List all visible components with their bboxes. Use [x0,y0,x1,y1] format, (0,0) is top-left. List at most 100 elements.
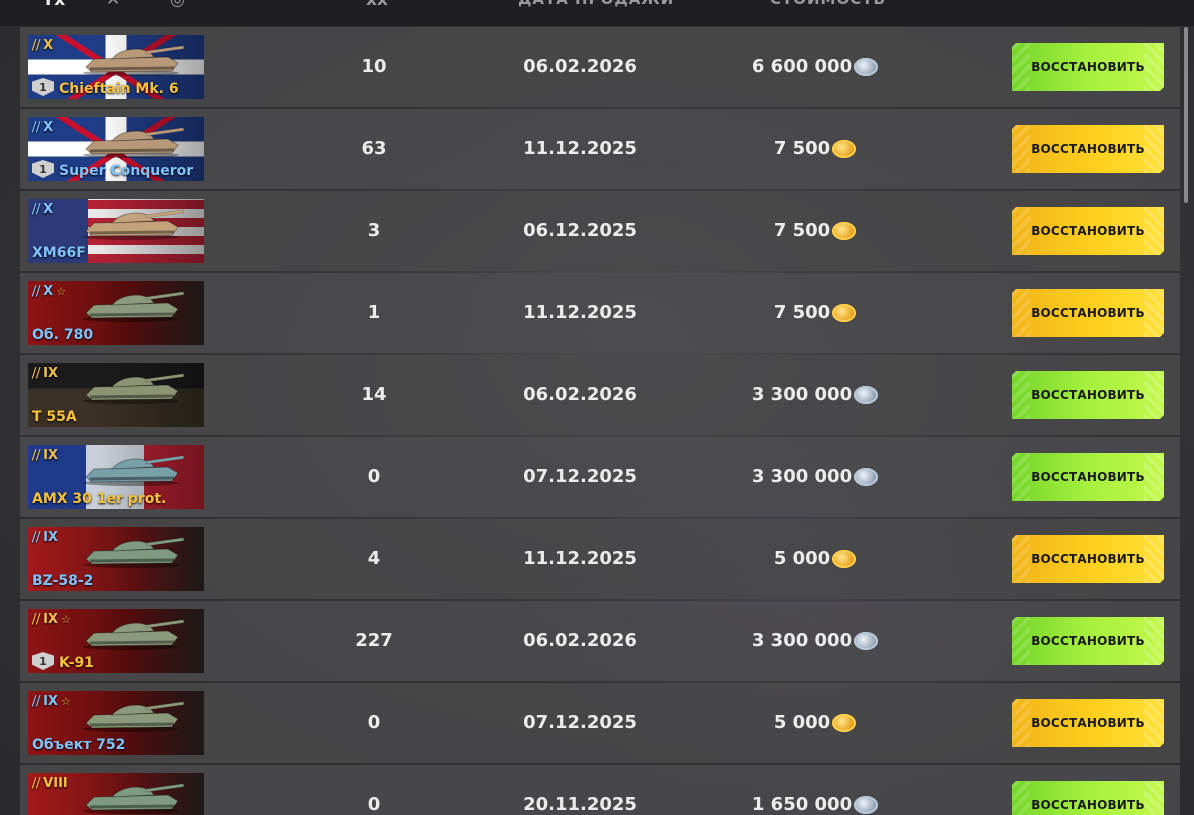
vehicle-thumbnail[interactable]: ⧸⧸ IX ☆ 1 K-91 [28,609,204,673]
price-value: 5 000 [773,712,831,733]
restore-button[interactable]: ВОССТАНОВИТЬ [1012,781,1164,815]
sale-date: 11.12.2025 [523,302,637,323]
battles-count: 4 [367,548,381,569]
silver-coin-icon [854,468,879,486]
vehicle-class-icon: ⧸⧸ [32,120,41,134]
vehicle-name: BZ-58-2 [32,573,94,589]
tier-badge: ⧸⧸ IX ☆ [32,612,71,627]
scrollbar[interactable] [1184,27,1188,203]
star-icon: ☆ [56,285,67,298]
sale-date: 11.12.2025 [523,138,637,159]
restore-price: 3 300 000 [720,601,910,681]
tank-image [83,373,185,404]
restore-button[interactable]: ВОССТАНОВИТЬ [1012,43,1164,91]
header-tier[interactable]: Yx [42,0,65,10]
restore-button[interactable]: ВОССТАНОВИТЬ [1012,617,1164,665]
star-icon: ☆ [61,613,71,626]
tier-label: IX [43,530,59,545]
table-row: ⧸⧸ VIII 0 20.11.2025 1 650 000 ВОССТАНОВ… [20,765,1180,815]
vehicle-thumbnail[interactable]: ⧸⧸ VIII [28,773,204,815]
gold-coin-icon [832,550,857,568]
tank-image [83,619,185,650]
globe-icon[interactable]: ◎ [170,0,185,10]
restore-price: 1 650 000 [720,765,910,815]
battles-count: 3 [367,220,381,241]
price-value: 7 500 [773,138,831,159]
restore-price: 5 000 [720,519,910,599]
tank-image [83,455,185,486]
restore-button[interactable]: ВОССТАНОВИТЬ [1012,371,1164,419]
vehicle-thumbnail[interactable]: ⧸⧸ X XM66F [28,199,204,263]
vehicle-list: ⧸⧸ X 1 Chieftain Mk. 6 10 06.02.2026 6 6… [20,27,1180,815]
price-value: 3 300 000 [751,466,853,487]
vehicle-class-icon: ⧸⧸ [32,202,41,216]
silver-coin-icon [854,58,879,76]
sale-date: 06.12.2025 [523,220,637,241]
vehicle-name: XM66F [32,245,86,261]
battles-count: 63 [361,138,387,159]
gold-coin-icon [832,140,857,158]
tier-label: VIII [43,776,68,791]
restore-price: 3 300 000 [720,355,910,435]
silver-coin-icon [854,632,879,650]
vehicle-name: AMX 30 1er prot. [32,491,167,507]
table-row: ⧸⧸ IX ☆ 1 K-91 227 06.02.2026 3 300 000 … [20,601,1180,681]
vehicle-class-icon: ⧸⧸ [32,284,41,298]
vehicle-class-icon: ⧸⧸ [32,776,41,790]
gold-coin-icon [832,714,857,732]
tier-badge: ⧸⧸ VIII [32,776,68,791]
sale-date: 06.02.2026 [523,630,637,651]
tier-badge: ⧸⧸ IX [32,366,58,381]
restore-button[interactable]: ВОССТАНОВИТЬ [1012,699,1164,747]
vehicle-name: Super Conqueror [59,163,194,179]
table-row: ⧸⧸ X ☆ Об. 780 1 11.12.2025 7 500 ВОССТА… [20,273,1180,353]
restore-button[interactable]: ВОССТАНОВИТЬ [1012,207,1164,255]
tier-badge: ⧸⧸ X ☆ [32,284,66,299]
vehicle-name: Chieftain Mk. 6 [59,81,179,97]
restore-price: 7 500 [720,109,910,189]
tier-badge: ⧸⧸ X [32,120,53,135]
table-row: ⧸⧸ IX AMX 30 1er prot. 0 07.12.2025 3 30… [20,437,1180,517]
restore-price: 3 300 000 [720,437,910,517]
tier-badge: ⧸⧸ X [32,202,53,217]
tank-image [83,701,185,732]
vehicle-thumbnail[interactable]: ⧸⧸ IX AMX 30 1er prot. [28,445,204,509]
header-battles[interactable]: xx [366,0,388,10]
battles-count: 0 [367,794,381,815]
vehicle-class-icon: ⧸⧸ [32,366,41,380]
tank-image [83,291,185,322]
restore-button[interactable]: ВОССТАНОВИТЬ [1012,535,1164,583]
crossed-swords-icon[interactable]: ✕ [106,0,120,10]
sale-date: 06.02.2026 [523,56,637,77]
gold-coin-icon [832,304,857,322]
restore-button[interactable]: ВОССТАНОВИТЬ [1012,125,1164,173]
restore-price: 7 500 [720,191,910,271]
table-row: ⧸⧸ IX ☆ Объект 752 0 07.12.2025 5 000 ВО… [20,683,1180,763]
restore-button[interactable]: ВОССТАНОВИТЬ [1012,453,1164,501]
vehicle-thumbnail[interactable]: ⧸⧸ IX ☆ Объект 752 [28,691,204,755]
vehicle-thumbnail[interactable]: ⧸⧸ X ☆ Об. 780 [28,281,204,345]
vehicle-thumbnail[interactable]: ⧸⧸ X 1 Super Conqueror [28,117,204,181]
price-value: 3 300 000 [751,384,853,405]
vehicle-thumbnail[interactable]: ⧸⧸ IX BZ-58-2 [28,527,204,591]
header-sale-date[interactable]: ДАТА ПРОДАЖИ [518,0,674,8]
tier-label: X [43,120,54,135]
tank-image [83,127,185,158]
battles-count: 227 [355,630,393,651]
vehicle-thumbnail[interactable]: ⧸⧸ X 1 Chieftain Mk. 6 [28,35,204,99]
vehicle-thumbnail[interactable]: ⧸⧸ IX T 55A [28,363,204,427]
tier-badge: ⧸⧸ X [32,38,53,53]
table-header: Yx ✕ ◎ xx ДАТА ПРОДАЖИ СТОИМОСТЬ [0,0,1194,26]
tier-label: X [43,202,54,217]
table-row: ⧸⧸ X 1 Super Conqueror 63 11.12.2025 7 5… [20,109,1180,189]
price-value: 7 500 [773,302,831,323]
sale-date: 20.11.2025 [523,794,637,815]
vehicle-name: K-91 [59,655,94,671]
restore-price: 7 500 [720,273,910,353]
tier-label: IX [43,448,59,463]
restore-button[interactable]: ВОССТАНОВИТЬ [1012,289,1164,337]
header-cost[interactable]: СТОИМОСТЬ [770,0,886,8]
vehicle-class-icon: ⧸⧸ [32,38,41,52]
silver-coin-icon [854,386,879,404]
sale-date: 07.12.2025 [523,712,637,733]
